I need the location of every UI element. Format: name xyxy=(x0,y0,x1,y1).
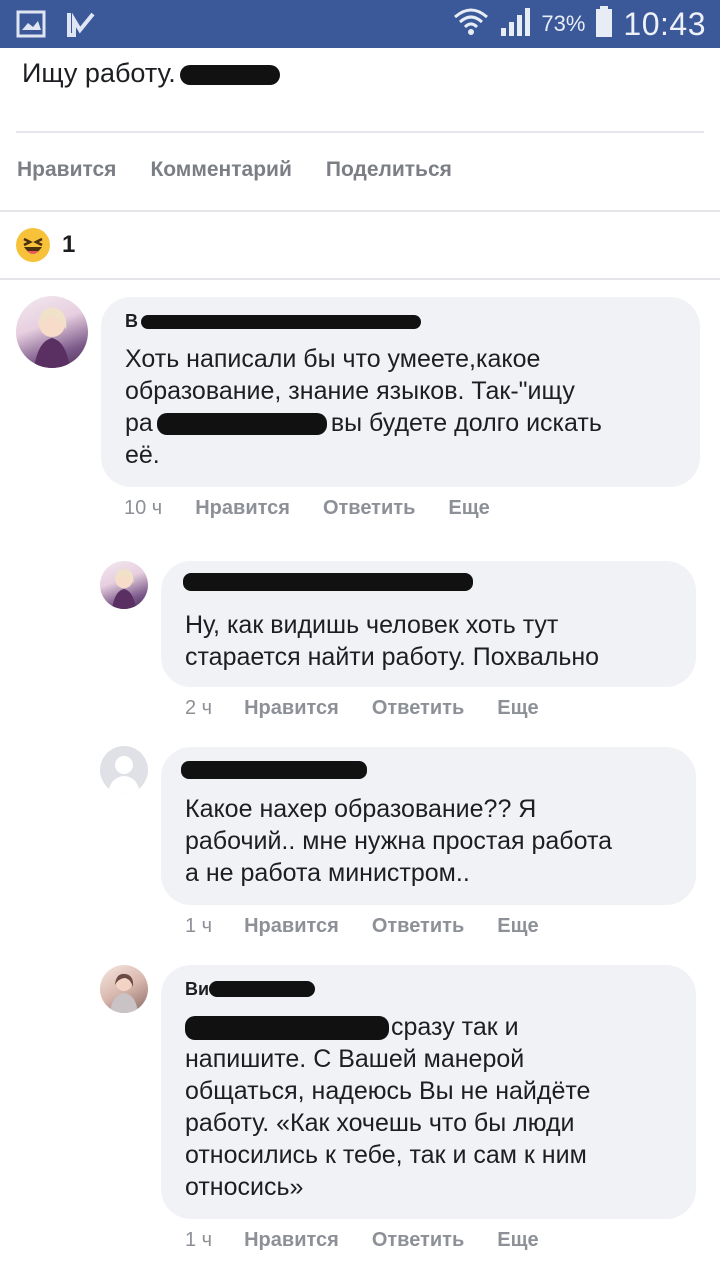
comment-author[interactable]: В xyxy=(125,311,138,332)
share-button[interactable]: Поделиться xyxy=(326,158,452,182)
comment-reply-button[interactable]: Ответить xyxy=(372,697,464,720)
status-bar: 73% 10:43 xyxy=(0,0,720,48)
comment-bubble: Ви сразу так и напишите. С Вашей манерой… xyxy=(161,965,696,1219)
comment-like-button[interactable]: Нравится xyxy=(244,1229,339,1252)
comment-timestamp: 1 ч xyxy=(185,915,213,937)
divider xyxy=(16,131,704,133)
haha-emoji-icon xyxy=(16,228,50,262)
comment-text: Ну, как видишь человек хоть тут стараетс… xyxy=(185,609,685,673)
comment-text: сразу так и напишите. С Вашей манерой об… xyxy=(185,1011,685,1203)
comment-line: образование, знание языков. Так-"ищу xyxy=(125,377,575,405)
comment-line: её. xyxy=(125,441,160,469)
comment-line: рабочий.. мне нужна простая работа xyxy=(185,827,613,855)
comment-line: Какое нахер образование?? Я xyxy=(185,795,537,823)
clock: 10:43 xyxy=(623,5,706,42)
comment-timestamp: 10 ч xyxy=(124,497,163,519)
comment-meta: 1 ч Нравится Ответить Еще xyxy=(185,1229,539,1252)
comment-line: а не работа министром.. xyxy=(185,859,470,887)
battery-percent: 73% xyxy=(541,11,586,36)
redaction-mark xyxy=(141,315,421,329)
comment-line: Хоть написали бы что умеете,какое xyxy=(125,345,541,373)
avatar[interactable] xyxy=(16,296,88,368)
comment-reply-button[interactable]: Ответить xyxy=(372,1229,464,1252)
comment-button[interactable]: Комментарий xyxy=(150,158,291,182)
reaction-count: 1 xyxy=(62,231,76,258)
comment-meta: 1 ч Нравится Ответить Еще xyxy=(185,915,539,938)
comment-bubble: Какое нахер образование?? Я рабочий.. мн… xyxy=(161,747,696,905)
comment-more-button[interactable]: Еще xyxy=(497,697,538,720)
gallery-icon xyxy=(16,10,46,43)
comment-meta: 10 ч Нравится Ответить Еще xyxy=(124,497,490,520)
comment-bubble: Ну, как видишь человек хоть тут стараетс… xyxy=(161,561,696,687)
comment-timestamp: 2 ч xyxy=(185,697,213,719)
check-app-icon xyxy=(66,10,96,43)
comment-line: ра вы будете долго искать xyxy=(125,409,602,437)
wifi-icon xyxy=(453,5,489,44)
comment-bubble: В Хоть написали бы что умеете,какое обра… xyxy=(101,297,700,487)
redaction-mark xyxy=(185,1016,389,1041)
comment-reply-button[interactable]: Ответить xyxy=(372,915,464,938)
redaction-mark xyxy=(179,64,280,85)
comment-line: общаться, надеюсь Вы не найдёте xyxy=(185,1077,591,1105)
like-button[interactable]: Нравится xyxy=(17,158,116,182)
comment-more-button[interactable]: Еще xyxy=(497,915,538,938)
comment-meta: 2 ч Нравится Ответить Еще xyxy=(185,697,539,720)
comment-line: относись» xyxy=(185,1173,304,1201)
default-avatar[interactable] xyxy=(100,746,148,794)
divider xyxy=(0,278,720,280)
comment-like-button[interactable]: Нравится xyxy=(244,697,339,720)
post-text: Ищу работу. xyxy=(22,58,280,89)
comment-more-button[interactable]: Еще xyxy=(497,1229,538,1252)
comment-author[interactable]: Ви xyxy=(185,979,209,1000)
signal-icon xyxy=(499,6,531,43)
redaction-mark xyxy=(209,981,315,997)
avatar[interactable] xyxy=(100,561,148,609)
comment-like-button[interactable]: Нравится xyxy=(244,915,339,938)
comment-like-button[interactable]: Нравится xyxy=(195,497,290,520)
post-text-content: Ищу работу. xyxy=(22,58,176,88)
reaction-summary[interactable]: 1 xyxy=(16,228,75,262)
comment-line: Ну, как видишь человек хоть тут xyxy=(185,611,559,639)
redaction-mark xyxy=(183,573,473,591)
comment-text: Какое нахер образование?? Я рабочий.. мн… xyxy=(185,793,685,889)
divider xyxy=(0,210,720,212)
comment-text: Хоть написали бы что умеете,какое образо… xyxy=(125,343,685,471)
comment-more-button[interactable]: Еще xyxy=(448,497,489,520)
post-actions: Нравится Комментарий Поделиться xyxy=(17,158,452,182)
comment-line: относились к тебе, так и сам к ним xyxy=(185,1141,587,1169)
comment-reply-button[interactable]: Ответить xyxy=(323,497,415,520)
comment-line: работу. «Как хочешь что бы люди xyxy=(185,1109,575,1137)
comment-line: напишите. С Вашей манерой xyxy=(185,1045,525,1073)
avatar[interactable] xyxy=(100,965,148,1013)
redaction-mark xyxy=(181,761,367,779)
battery-icon xyxy=(595,5,613,43)
comment-line: сразу так и xyxy=(185,1011,685,1043)
redaction-mark xyxy=(156,413,327,436)
comment-timestamp: 1 ч xyxy=(185,1229,213,1251)
comment-line: старается найти работу. Похвально xyxy=(185,643,600,671)
